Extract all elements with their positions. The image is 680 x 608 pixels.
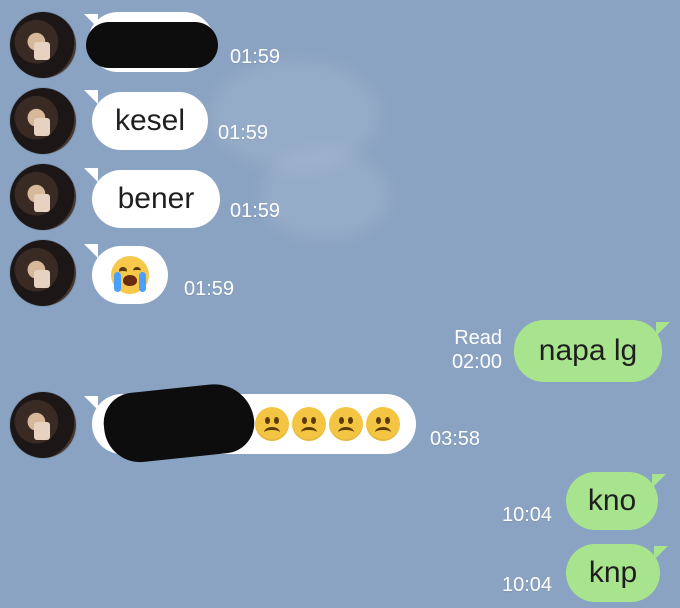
- message-text: bener: [117, 182, 195, 215]
- message-text: napa lg: [538, 334, 638, 367]
- message-bubble-outgoing[interactable]: knp: [566, 544, 660, 602]
- message-time: 01:59: [230, 200, 281, 222]
- frowning-face-icon: [366, 407, 400, 441]
- message-time: 10:04: [502, 574, 553, 596]
- message-text: kno: [587, 484, 637, 517]
- contact-avatar[interactable]: [10, 12, 76, 78]
- bubble-tail: [654, 546, 668, 560]
- read-status: Read: [454, 327, 502, 349]
- message-time: 10:04: [502, 504, 553, 526]
- message-bubble-incoming[interactable]: [92, 246, 168, 304]
- message-time: 01:59: [184, 278, 235, 300]
- message-time: 01:59: [218, 122, 269, 144]
- message-time: 01:59: [230, 46, 281, 68]
- message-bubble-incoming[interactable]: [86, 12, 218, 72]
- message-bubble-outgoing[interactable]: kno: [566, 472, 658, 530]
- frowning-face-icon: [292, 407, 326, 441]
- redaction-mark: [86, 22, 218, 68]
- bubble-tail: [84, 168, 98, 182]
- contact-avatar[interactable]: [10, 88, 76, 154]
- contact-avatar[interactable]: [10, 240, 76, 306]
- bubble-tail: [652, 474, 666, 488]
- message-bubble-outgoing[interactable]: napa lg: [514, 320, 662, 382]
- frowning-face-icon: [329, 407, 363, 441]
- background-cloud: [210, 60, 380, 170]
- frowning-face-icon: [255, 407, 289, 441]
- contact-avatar[interactable]: [10, 164, 76, 230]
- chat-thread: 01:59 kesel 01:59 bener 01:59 01:59 Read…: [0, 0, 680, 608]
- message-time: 03:58: [430, 428, 481, 450]
- message-bubble-incoming[interactable]: bener: [92, 170, 220, 228]
- message-time: 02:00: [451, 351, 502, 373]
- bubble-tail: [84, 244, 98, 258]
- redaction-mark: [100, 380, 258, 466]
- message-text: kesel: [114, 104, 186, 137]
- background-cloud: [260, 150, 390, 240]
- message-bubble-incoming[interactable]: [92, 380, 416, 466]
- bubble-tail: [84, 90, 98, 104]
- read-receipt: Read 02:00: [430, 326, 502, 374]
- message-bubble-incoming[interactable]: kesel: [92, 92, 208, 150]
- bubble-tail: [656, 322, 670, 336]
- contact-avatar[interactable]: [10, 392, 76, 458]
- loudly-crying-face-icon: [111, 256, 149, 294]
- message-text: knp: [588, 556, 638, 589]
